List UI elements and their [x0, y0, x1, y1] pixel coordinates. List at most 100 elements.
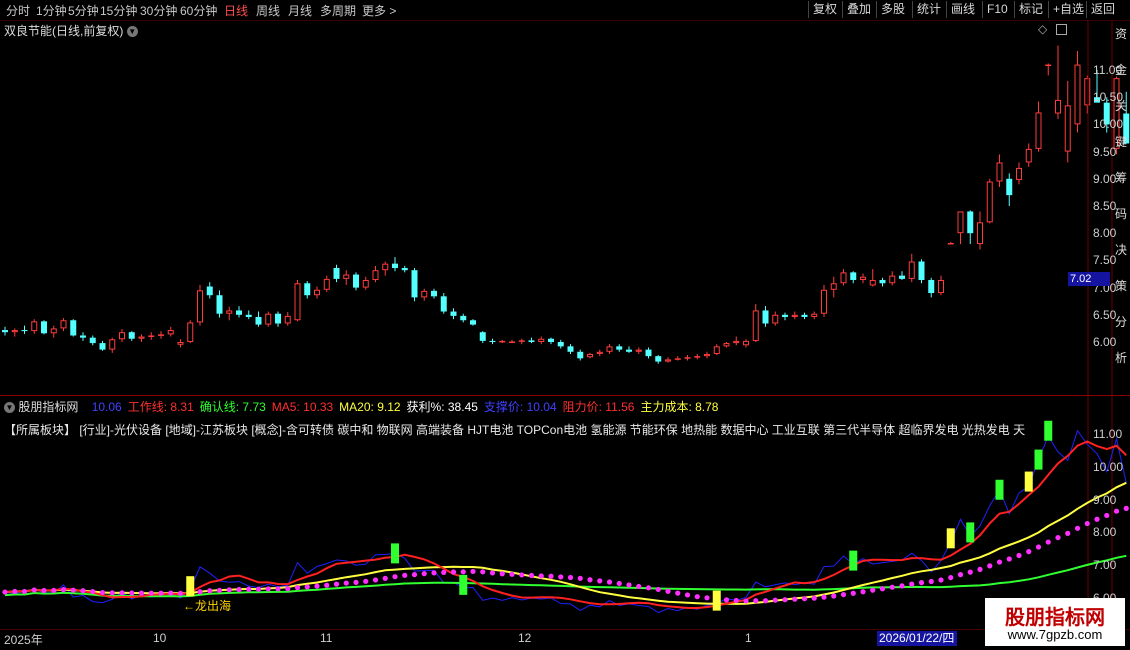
y-tick-label: 8.00	[1093, 525, 1117, 540]
candle-body	[401, 268, 408, 271]
candle	[762, 306, 769, 327]
cost-dot	[70, 587, 76, 593]
cost-dot	[577, 575, 583, 581]
cost-dot	[129, 590, 135, 596]
candle-body	[314, 289, 320, 296]
candle-body	[275, 313, 281, 324]
cost-dot	[489, 570, 496, 576]
candle-body	[899, 275, 905, 279]
cost-dot	[1084, 520, 1090, 527]
candle-body	[733, 340, 740, 344]
candle-body	[197, 290, 203, 323]
cost-dot	[177, 590, 184, 596]
candle	[528, 337, 535, 344]
candle	[752, 303, 759, 342]
sell-signal-marker	[849, 550, 858, 571]
cost-dot	[743, 598, 749, 604]
candle	[655, 355, 662, 364]
candle	[635, 347, 642, 354]
candle	[733, 336, 740, 346]
indicator-value: MA20: 9.12	[339, 400, 401, 414]
sell-signal-marker	[966, 522, 975, 543]
cost-dot	[226, 587, 232, 593]
cost-dot	[480, 569, 486, 575]
candle-body	[2, 330, 8, 333]
candle	[791, 311, 798, 320]
candle-body	[509, 341, 515, 343]
cost-dot	[1123, 505, 1129, 511]
candle	[957, 211, 964, 245]
candle-body	[723, 343, 730, 347]
cost-dot	[460, 569, 466, 575]
watermark-url: www.7gpzb.com	[1007, 627, 1103, 642]
sell-signal-marker	[1044, 420, 1053, 441]
cost-dot	[938, 577, 944, 583]
cost-dot	[168, 590, 174, 596]
side-tab-char: 筹	[1115, 171, 1128, 185]
date-tick-label: 12	[518, 631, 532, 645]
candle	[333, 264, 340, 283]
candle-body	[596, 351, 603, 354]
cost-dot	[694, 594, 700, 600]
candle	[284, 312, 291, 326]
candle	[869, 269, 876, 287]
candle	[587, 352, 593, 359]
candle-body	[548, 338, 554, 342]
candle-body	[850, 272, 857, 280]
date-tick-label: 2025年	[4, 633, 43, 647]
candle	[255, 311, 262, 327]
candle-body	[245, 314, 252, 317]
cost-dot	[1016, 552, 1022, 559]
candle	[265, 311, 272, 327]
candle-body	[450, 311, 457, 316]
candle-body	[928, 279, 935, 294]
indicator-value: 获利%: 38.45	[406, 400, 478, 414]
indicator-value: 主力成本: 8.78	[640, 400, 719, 414]
candle	[782, 312, 788, 321]
candle-body	[1045, 64, 1052, 67]
cost-dot	[889, 584, 895, 590]
candle	[947, 241, 954, 245]
cost-dot	[314, 583, 320, 589]
indicator-value: 10.06	[91, 400, 122, 414]
candle	[187, 320, 194, 344]
candle-body	[382, 263, 389, 271]
candle	[1035, 101, 1042, 152]
candle	[518, 338, 525, 345]
candle	[11, 328, 18, 337]
cost-dot	[343, 580, 349, 586]
candle-body	[323, 278, 330, 290]
cost-dot	[363, 578, 369, 584]
candle	[401, 265, 408, 273]
candle-body	[411, 270, 418, 298]
candle	[450, 308, 457, 320]
candle-body	[353, 274, 359, 288]
confirm-line	[4, 554, 1127, 598]
candle	[323, 275, 330, 292]
cost-dot	[558, 574, 564, 580]
candle	[1084, 75, 1091, 114]
cost-dot	[811, 595, 817, 601]
candle-body	[908, 261, 915, 279]
candle-body	[821, 289, 827, 314]
right-side-panel[interactable]: 资金关键筹码决策分析	[1114, 24, 1130, 394]
candle	[275, 311, 281, 327]
date-tick-label: 11	[320, 631, 333, 645]
candle-body	[830, 283, 837, 290]
candle-body	[684, 357, 691, 359]
indicator-value: 工作线: 8.31	[127, 400, 194, 414]
candle-body	[158, 334, 164, 336]
candle	[440, 293, 447, 314]
chevron-down-icon[interactable]: ▼	[4, 402, 15, 414]
panel-divider[interactable]	[0, 395, 1130, 396]
cost-dot	[275, 586, 281, 592]
cost-dot	[762, 598, 769, 604]
candle	[1016, 162, 1022, 185]
candle-body	[947, 242, 954, 245]
candle	[665, 357, 671, 363]
candle	[684, 355, 691, 361]
cost-dot	[255, 586, 262, 592]
candle	[548, 337, 554, 345]
candle-body	[1035, 112, 1042, 149]
indicator-value: MA5: 10.33	[271, 400, 334, 414]
